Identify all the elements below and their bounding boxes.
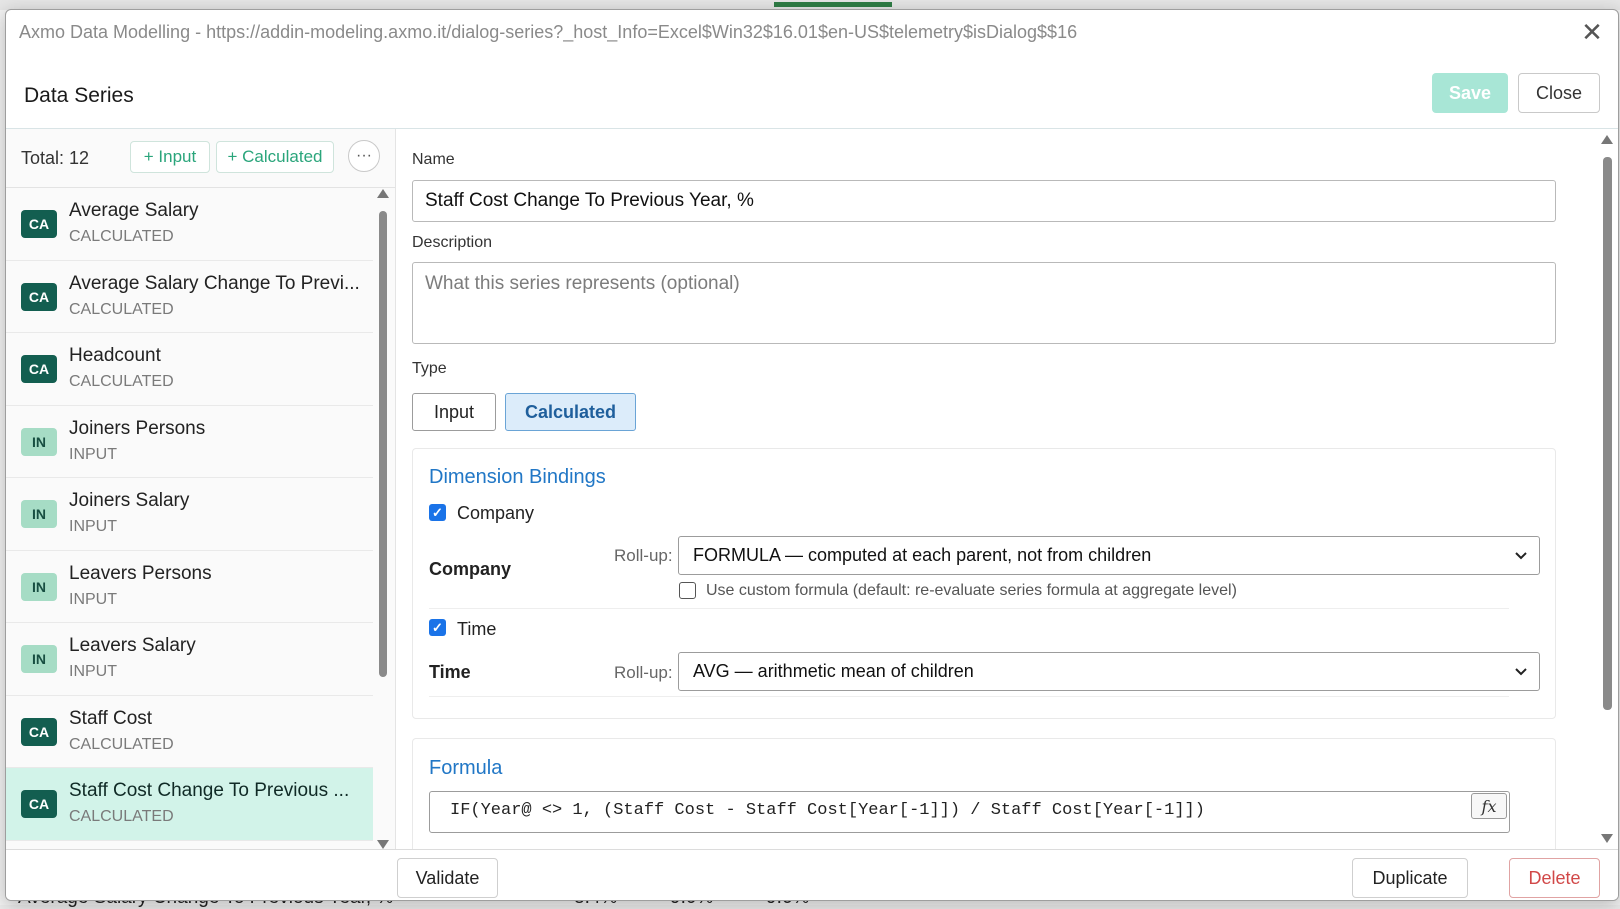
company-rollup-value: FORMULA — computed at each parent, not f…	[693, 545, 1152, 565]
series-list-item[interactable]: IN Joiners Persons INPUT	[6, 406, 373, 478]
custom-formula-checkbox[interactable]	[679, 582, 696, 599]
series-total-count: Total: 12	[21, 148, 90, 168]
series-list-item[interactable]: IN Leavers Salary INPUT	[6, 623, 373, 696]
more-options-button[interactable]: ···	[348, 140, 380, 172]
name-input[interactable]	[412, 180, 1556, 222]
page-title: Data Series	[24, 84, 134, 107]
formula-editor[interactable]: IF(Year@ <> 1, (Staff Cost - Staff Cost[…	[429, 791, 1510, 833]
series-name: Leavers Persons	[69, 562, 212, 584]
series-name: Leavers Salary	[69, 635, 196, 656]
series-name: Staff Cost	[69, 707, 153, 729]
save-button[interactable]: Save	[1432, 73, 1508, 113]
series-list-item[interactable]: IN Leavers Persons INPUT	[6, 551, 373, 623]
time-checkbox-label: Time	[457, 619, 497, 639]
scrollbar-thumb[interactable]	[379, 211, 387, 677]
window-title: Axmo Data Modelling - https://addin-mode…	[19, 22, 1078, 42]
dimension-bindings-title: Dimension Bindings	[429, 466, 606, 488]
input-badge: IN	[21, 500, 57, 528]
description-label: Description	[412, 234, 493, 251]
series-list-scrollbar[interactable]	[376, 189, 390, 849]
divider	[429, 608, 1509, 609]
time-rollup-select[interactable]: AVG — arithmetic mean of children	[678, 652, 1540, 691]
series-type: INPUT	[69, 445, 117, 463]
dialog-titlebar: Axmo Data Modelling - https://addin-mode…	[6, 10, 1618, 54]
series-name: Staff Cost Change To Previous ...	[69, 780, 350, 801]
scroll-down-arrow-icon[interactable]	[1601, 834, 1613, 843]
input-badge: IN	[21, 427, 57, 456]
type-label: Type	[412, 360, 447, 377]
input-badge: IN	[21, 572, 57, 601]
series-type: INPUT	[69, 518, 117, 535]
editor-scrollbar[interactable]	[1600, 129, 1614, 849]
name-label: Name	[412, 151, 455, 168]
series-name: Average Salary	[69, 200, 199, 221]
series-list-item[interactable]: IN Joiners Salary INPUT	[6, 478, 373, 551]
series-type: CALCULATED	[69, 373, 174, 390]
series-name: Average Salary Change To Previ...	[69, 272, 360, 294]
close-button[interactable]: Close	[1518, 73, 1600, 113]
company-checkbox-label: Company	[457, 503, 535, 523]
calculated-badge: CA	[21, 355, 57, 383]
calculated-badge: CA	[21, 210, 57, 238]
series-list-item[interactable]: CA Average Salary Change To Previ... CAL…	[6, 261, 373, 333]
chevron-down-icon	[1515, 552, 1527, 560]
scroll-down-arrow-icon[interactable]	[377, 840, 389, 849]
time-checkbox[interactable]: ✓	[429, 619, 446, 636]
custom-formula-label: Use custom formula (default: re-evaluate…	[706, 582, 1237, 599]
divider	[429, 696, 1509, 697]
calculated-badge: CA	[21, 790, 57, 818]
series-list-toolbar: Total: 12 + Input + Calculated ···	[6, 129, 395, 188]
series-type: CALCULATED	[69, 808, 174, 825]
series-list-item[interactable]: CA Staff Cost CALCULATED	[6, 696, 373, 768]
time-dimension-label: Time	[429, 662, 471, 682]
series-list: CA Average Salary CALCULATED CA Average …	[6, 188, 373, 850]
calculated-badge: CA	[21, 717, 57, 746]
formula-card: Formula IF(Year@ <> 1, (Staff Cost - Sta…	[412, 738, 1556, 858]
series-type: INPUT	[69, 590, 117, 608]
series-list-panel: Total: 12 + Input + Calculated ··· CA Av…	[6, 129, 396, 849]
scroll-up-arrow-icon[interactable]	[377, 189, 389, 198]
validate-button[interactable]: Validate	[397, 858, 498, 898]
time-rollup-label: Roll-up:	[614, 663, 673, 682]
company-checkbox[interactable]: ✓	[429, 504, 446, 521]
add-calculated-button[interactable]: + Calculated	[216, 141, 334, 173]
fx-function-button[interactable]: fx	[1471, 793, 1507, 819]
series-type: INPUT	[69, 663, 117, 680]
chevron-down-icon	[1515, 668, 1527, 676]
series-type: CALCULATED	[69, 228, 174, 245]
type-input-button[interactable]: Input	[412, 393, 496, 431]
series-editor-panel: Name Description Type Input Calculated D…	[396, 129, 1618, 858]
series-type: CALCULATED	[69, 735, 174, 753]
type-calculated-button[interactable]: Calculated	[505, 393, 636, 431]
company-rollup-select[interactable]: FORMULA — computed at each parent, not f…	[678, 536, 1540, 575]
input-badge: IN	[21, 645, 57, 673]
formula-title: Formula	[429, 757, 503, 779]
series-type: CALCULATED	[69, 300, 174, 318]
series-list-item[interactable]: CA Average Salary CALCULATED	[6, 188, 373, 261]
company-dimension-label: Company	[429, 559, 512, 579]
dimension-bindings-card: Dimension Bindings ✓ Company Company Rol…	[412, 448, 1556, 719]
delete-button[interactable]: Delete	[1509, 858, 1600, 898]
dialog-header: Data Series Save Close	[6, 66, 1618, 129]
data-series-dialog: Axmo Data Modelling - https://addin-mode…	[5, 9, 1619, 901]
series-name: Joiners Salary	[69, 490, 190, 511]
add-input-button[interactable]: + Input	[130, 141, 210, 173]
series-list-item[interactable]: CA Headcount CALCULATED	[6, 333, 373, 406]
scrollbar-thumb[interactable]	[1603, 157, 1612, 710]
excel-active-tab-indicator	[774, 2, 892, 7]
duplicate-button[interactable]: Duplicate	[1352, 858, 1468, 898]
series-list-item-selected[interactable]: CA Staff Cost Change To Previous ... CAL…	[6, 768, 373, 841]
description-input[interactable]	[412, 262, 1556, 344]
close-icon[interactable]: ✕	[1578, 19, 1606, 47]
calculated-badge: CA	[21, 282, 57, 311]
scroll-up-arrow-icon[interactable]	[1601, 135, 1613, 144]
series-name: Joiners Persons	[69, 417, 206, 439]
series-name: Headcount	[69, 345, 161, 366]
company-rollup-label: Roll-up:	[614, 546, 673, 565]
time-rollup-value: AVG — arithmetic mean of children	[693, 661, 974, 681]
dialog-footer: Validate Duplicate Delete	[6, 849, 1618, 900]
